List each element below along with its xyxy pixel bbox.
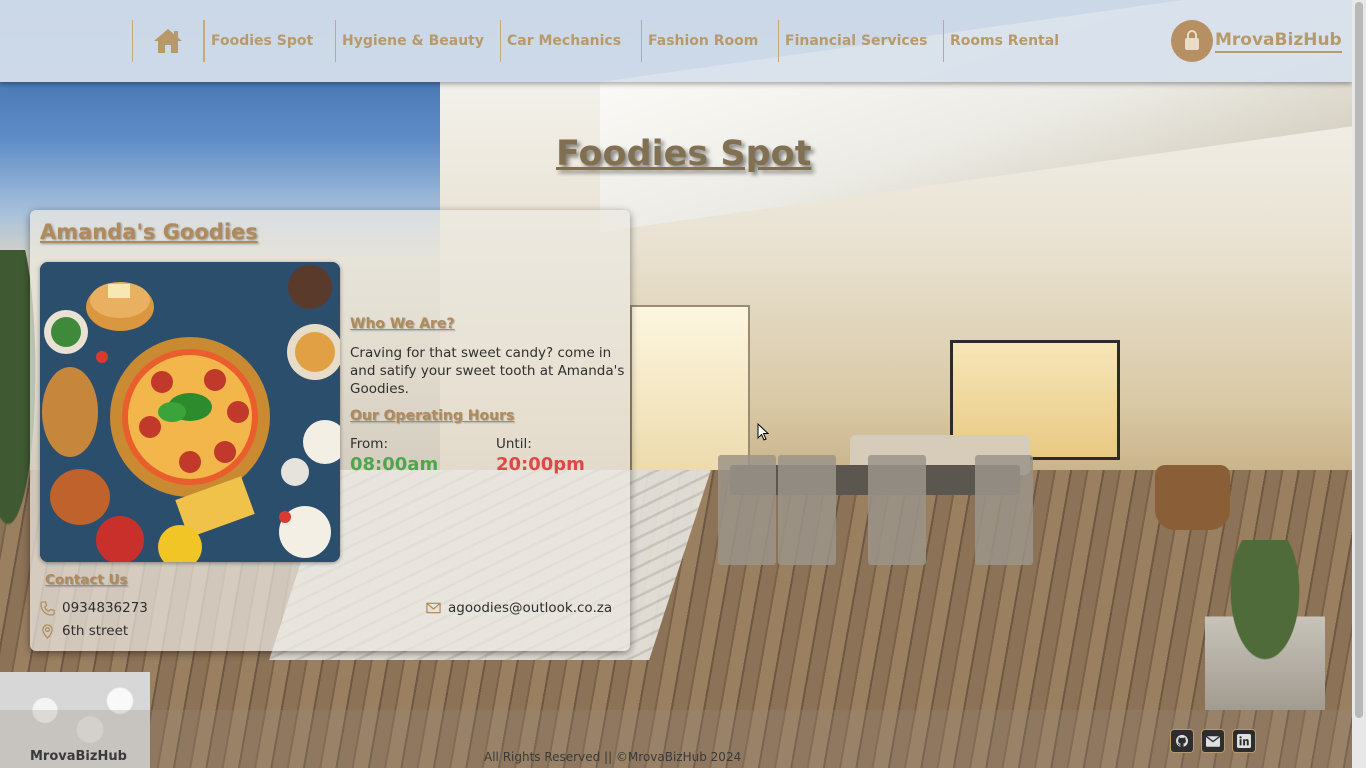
linkedin-icon[interactable] <box>1233 730 1255 752</box>
email-address[interactable]: agoodies@outlook.co.za <box>448 600 612 616</box>
hours-title: Our Operating Hours <box>350 408 515 424</box>
nav-item-label: Rooms Rental <box>950 33 1059 49</box>
contact-title: Contact Us <box>45 572 128 588</box>
nav-item-label: Hygiene & Beauty <box>342 33 484 49</box>
chair <box>975 455 1033 565</box>
home-icon <box>154 29 182 53</box>
nav-item-label: Fashion Room <box>648 33 759 49</box>
phone-line: 0934836273 <box>40 600 148 616</box>
scrollbar-thumb[interactable] <box>1355 2 1363 718</box>
navbar: Foodies Spot Hygiene & Beauty Car Mechan… <box>0 0 1352 82</box>
until-time: 20:00pm <box>496 454 585 475</box>
chair <box>868 455 926 565</box>
nav-item-label: Financial Services <box>785 33 928 49</box>
email-line: agoodies@outlook.co.za <box>426 600 612 616</box>
brand-link[interactable]: MrovaBizHub <box>1171 20 1342 62</box>
until-label: Until: <box>496 436 532 452</box>
nav-item-label: Foodies Spot <box>211 33 314 49</box>
nav-item-rooms-rental[interactable]: Rooms Rental <box>943 20 1063 62</box>
business-card: Amanda's Goodies Who We Are? Craving for… <box>30 210 630 651</box>
footer-brand[interactable]: MrovaBizHub <box>30 749 127 764</box>
about-text: Craving for that sweet candy? come in an… <box>350 345 625 397</box>
mail-icon[interactable] <box>1202 730 1224 752</box>
nav-home-link[interactable] <box>132 20 204 62</box>
scrollbar[interactable] <box>1352 0 1366 768</box>
nav-item-hygiene-beauty[interactable]: Hygiene & Beauty <box>335 20 500 62</box>
nav-item-foodies-spot[interactable]: Foodies Spot <box>204 20 335 62</box>
github-icon[interactable] <box>1171 730 1193 752</box>
footer: MrovaBizHub All Rights Reserved || ©Mrov… <box>0 710 1352 768</box>
from-label: From: <box>350 436 388 452</box>
mail-icon <box>426 602 441 614</box>
nav-item-car-mechanics[interactable]: Car Mechanics <box>500 20 641 62</box>
potted-plant <box>1205 540 1325 710</box>
chair <box>778 455 836 565</box>
phone-number[interactable]: 0934836273 <box>62 600 148 616</box>
address-line: 6th street <box>40 623 128 639</box>
page-title: Foodies Spot <box>556 134 812 174</box>
footer-copyright: All Rights Reserved || ©MrovaBizHub 2024 <box>484 750 742 764</box>
food-platter-image <box>40 262 340 562</box>
nav-item-label: Car Mechanics <box>507 33 622 49</box>
address-text: 6th street <box>62 623 129 639</box>
nav-item-fashion-room[interactable]: Fashion Room <box>641 20 778 62</box>
wicker-basket <box>1155 465 1230 530</box>
shopping-bag-icon <box>1171 20 1213 62</box>
from-time: 08:00am <box>350 454 439 475</box>
business-name: Amanda's Goodies <box>40 220 258 244</box>
about-title: Who We Are? <box>350 316 455 332</box>
map-pin-icon <box>42 623 53 639</box>
nav-item-financial-services[interactable]: Financial Services <box>778 20 943 62</box>
brand-name: MrovaBizHub <box>1215 30 1342 53</box>
chair <box>718 455 776 565</box>
phone-icon <box>40 600 55 616</box>
cursor-icon <box>757 423 769 441</box>
